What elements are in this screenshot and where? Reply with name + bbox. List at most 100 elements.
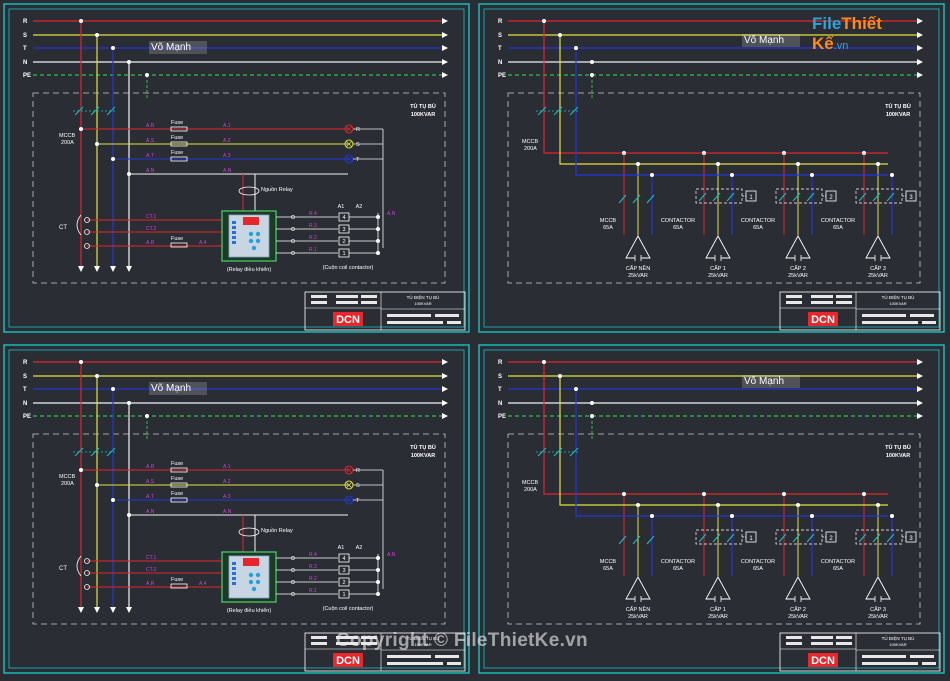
sheet-inner-frame bbox=[8, 8, 465, 328]
bus-label-t: T bbox=[498, 46, 502, 52]
branch-mccb-contact bbox=[632, 535, 641, 545]
contactor-contact bbox=[872, 192, 881, 202]
junction-dot bbox=[145, 414, 149, 418]
mccb-rating: 200A bbox=[524, 487, 537, 493]
relay-supply-loop bbox=[238, 186, 260, 196]
arrow-down-icon bbox=[78, 607, 84, 613]
relay-key-1 bbox=[255, 231, 261, 237]
wire-tag-an-right: A.N bbox=[387, 552, 396, 558]
output-tag-3: R.1 bbox=[309, 247, 317, 253]
capacitor-rating-0: 25kVAR bbox=[628, 614, 648, 620]
arrow-right-icon bbox=[442, 413, 448, 419]
contactor-contact bbox=[778, 192, 787, 202]
junction-dot bbox=[716, 503, 720, 507]
title-block-field-2 bbox=[836, 636, 852, 639]
bus-label-pe: PE bbox=[23, 73, 31, 79]
relay-display bbox=[243, 217, 259, 225]
contactor-contact bbox=[858, 533, 867, 543]
title-block-info-3 bbox=[447, 662, 461, 665]
lamp-label-2: T bbox=[356, 157, 360, 163]
arrow-right-icon bbox=[917, 373, 923, 379]
title-block bbox=[779, 632, 941, 672]
panel-title-line-2: 100KVAR bbox=[411, 112, 435, 118]
relay-supply-label: Nguồn Relay bbox=[261, 528, 293, 534]
wire-tag-mid-1: A.2 bbox=[223, 479, 231, 485]
junction-dot bbox=[590, 401, 594, 405]
relay-key-1 bbox=[255, 572, 261, 578]
bus-label-t: T bbox=[498, 387, 502, 393]
bus-label-n: N bbox=[23, 60, 27, 66]
junction-dot bbox=[876, 503, 880, 507]
contactor-label-2: CONTACTOR bbox=[821, 218, 855, 224]
title-block-info-3 bbox=[922, 321, 936, 324]
contactor-contact bbox=[886, 192, 895, 202]
arrow-right-icon bbox=[442, 359, 448, 365]
junction-dot bbox=[127, 401, 131, 405]
junction-dot bbox=[590, 73, 594, 77]
capacitor-delta-icon bbox=[625, 235, 651, 259]
junction-dot bbox=[810, 514, 814, 518]
relay-key-3 bbox=[255, 238, 261, 244]
ct-fuse-tag: A.4 bbox=[199, 240, 207, 246]
title-block bbox=[304, 291, 466, 331]
drawing-subtitle: 100KVAR bbox=[414, 301, 431, 306]
step-number-2: 2 bbox=[829, 195, 833, 201]
relay-display bbox=[243, 558, 259, 566]
terminal-head-a1: A1 bbox=[338, 545, 345, 551]
panel-title-line-1: TỦ TỤ BÙ bbox=[885, 444, 911, 451]
sheet-inner-frame bbox=[483, 349, 940, 669]
relay-key-4 bbox=[251, 586, 257, 592]
relay-led-0 bbox=[232, 562, 236, 565]
step-number-3: 3 bbox=[909, 195, 913, 201]
ct-tag-1: CT.2 bbox=[146, 567, 157, 573]
junction-dot bbox=[542, 360, 546, 364]
contactor-contact bbox=[886, 533, 895, 543]
junction-dot bbox=[890, 514, 894, 518]
junction-dot bbox=[79, 19, 83, 23]
panel-enclosure bbox=[507, 92, 921, 284]
junction-dot bbox=[782, 151, 786, 155]
coil-caption: (Cuộn coil contactor) bbox=[323, 265, 374, 271]
wire-tag-left-3: A.N bbox=[146, 509, 155, 515]
wire-tag-left-1: A.S bbox=[146, 138, 155, 144]
terminal-head-a2: A2 bbox=[356, 204, 363, 210]
title-block-field-1 bbox=[336, 295, 358, 298]
contactor-contact bbox=[858, 192, 867, 202]
step-number-1: 1 bbox=[749, 195, 753, 201]
contactor-label-1: CONTACTOR bbox=[741, 559, 775, 565]
distribution-bus-t bbox=[575, 462, 888, 517]
title-block-field-5 bbox=[836, 642, 852, 645]
distribution-bus-r bbox=[543, 121, 888, 154]
junction-dot bbox=[796, 503, 800, 507]
fuse-label-0: Fuse bbox=[171, 120, 183, 126]
junction-dot bbox=[702, 492, 706, 496]
arrow-right-icon bbox=[917, 59, 923, 65]
capacitor-name-0: CẤP NỀN bbox=[626, 265, 650, 272]
contactor-contact bbox=[806, 192, 815, 202]
drawing-title: TỦ ĐIỆN TỤ BÙ bbox=[882, 634, 915, 641]
junction-dot bbox=[702, 151, 706, 155]
junction-dot bbox=[127, 60, 131, 64]
output-tag-0: R.4 bbox=[309, 552, 317, 558]
branch-mccb-contact bbox=[646, 194, 655, 204]
junction-dot bbox=[574, 46, 578, 50]
distribution-bus-r bbox=[543, 462, 888, 495]
title-block-field-4 bbox=[811, 642, 833, 645]
fuse-label-0: Fuse bbox=[171, 461, 183, 467]
title-block-info-1 bbox=[910, 314, 934, 317]
relay-key-2 bbox=[248, 579, 254, 585]
relay-key-2 bbox=[248, 238, 254, 244]
lamp-label-0: R bbox=[356, 127, 360, 133]
title-block-field-0 bbox=[311, 636, 327, 639]
relay-led-4 bbox=[232, 582, 236, 585]
title-block-field-1 bbox=[811, 636, 833, 639]
junction-dot bbox=[127, 172, 131, 176]
capacitor-delta-icon bbox=[785, 235, 811, 259]
bus-label-r: R bbox=[498, 360, 503, 366]
contactor-contact bbox=[726, 533, 735, 543]
wire-tag-left-0: A.R bbox=[146, 123, 155, 129]
panel-title-line-2: 100KVAR bbox=[411, 453, 435, 459]
output-tag-1: R.3 bbox=[309, 564, 317, 570]
arrow-right-icon bbox=[442, 45, 448, 51]
mccb-rating: 200A bbox=[61, 481, 74, 487]
